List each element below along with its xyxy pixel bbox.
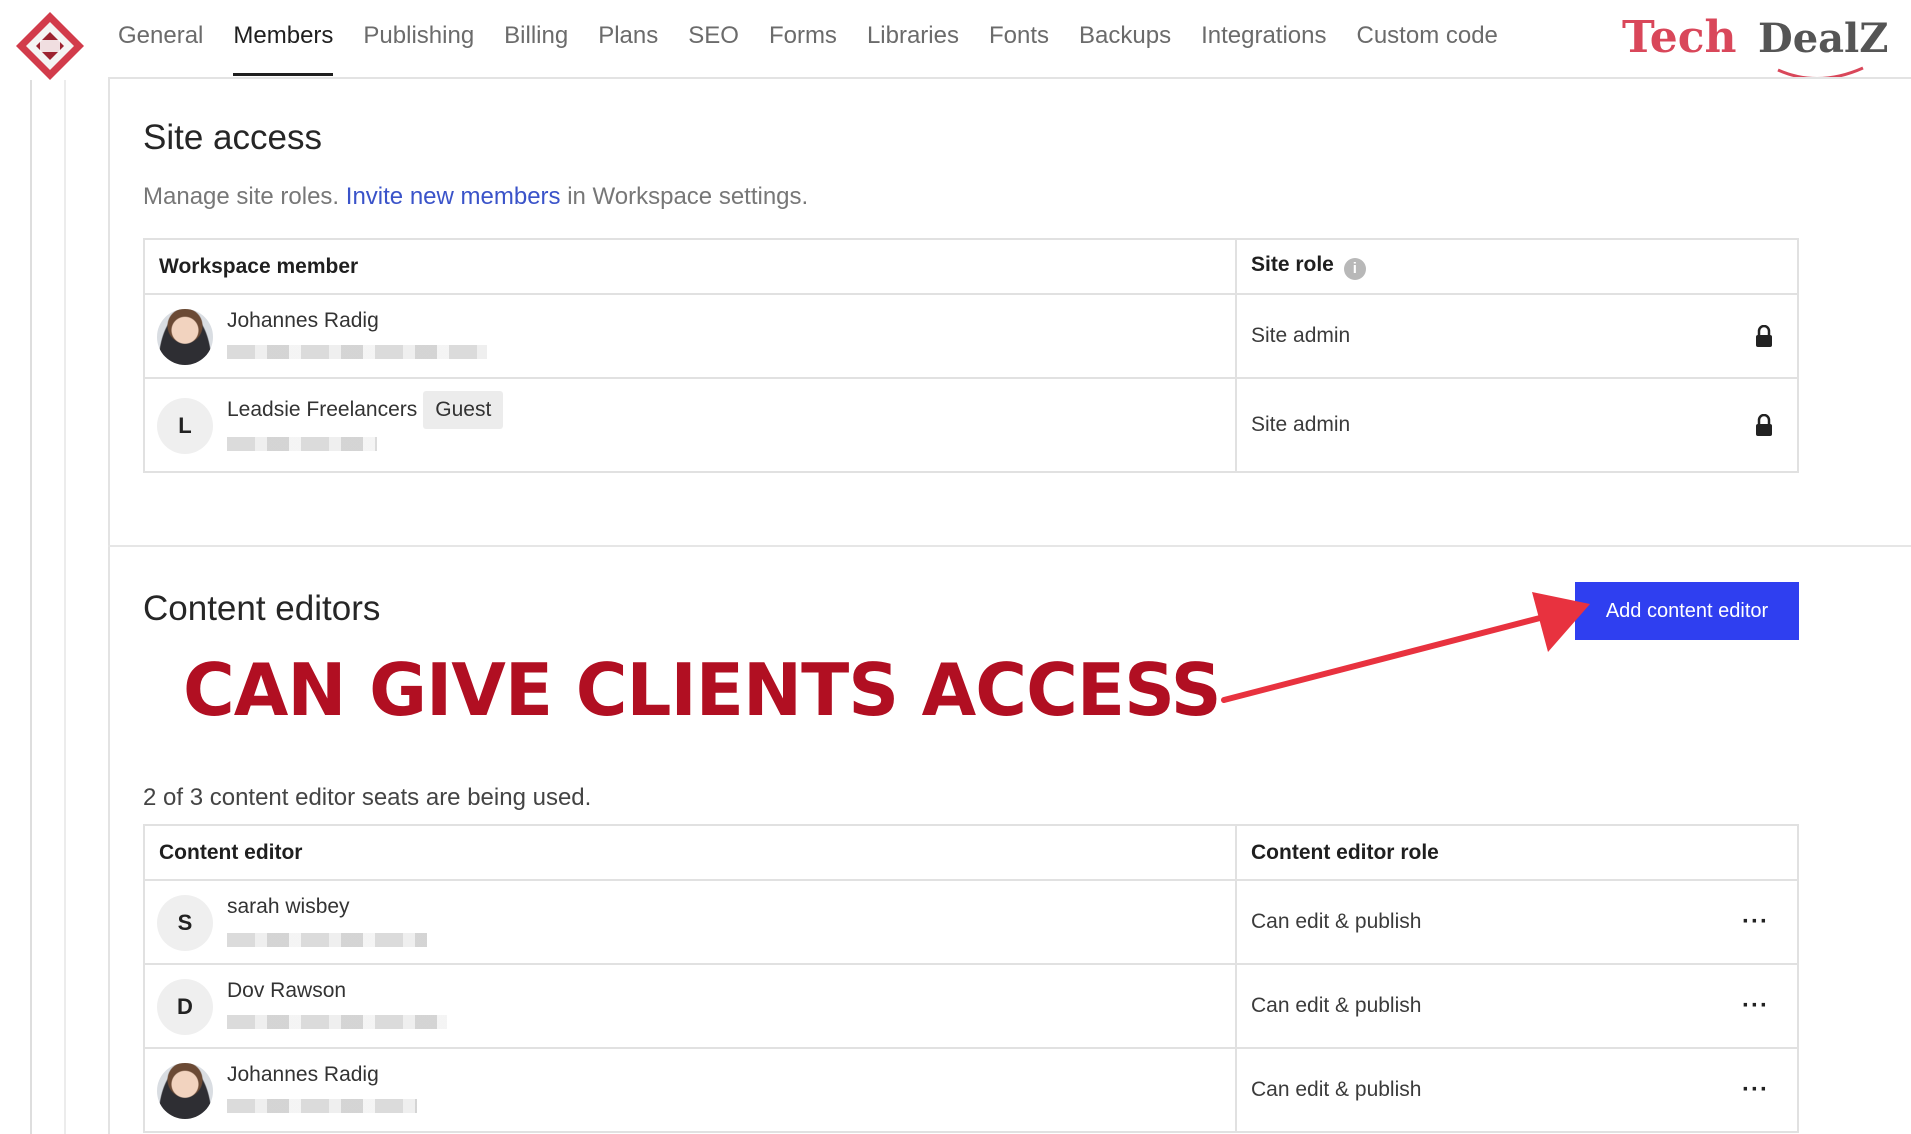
table-header: Workspace member Site role i — [143, 238, 1799, 295]
watermark-text-2: DealZ — [1758, 15, 1888, 62]
avatar — [157, 309, 213, 365]
table-row: Johannes Radig Can edit & publish ··· — [143, 1047, 1799, 1133]
tab-backups[interactable]: Backups — [1079, 0, 1171, 78]
editor-role-value: Can edit & publish — [1251, 994, 1422, 1017]
avatar: D — [157, 979, 213, 1035]
invite-members-link[interactable]: Invite new members — [346, 183, 561, 210]
editor-role-value: Can edit & publish — [1251, 910, 1422, 933]
editor-cell: Johannes Radig — [143, 1047, 1237, 1133]
avatar — [157, 1063, 213, 1119]
tab-general[interactable]: General — [118, 0, 203, 78]
more-options-icon[interactable]: ··· — [1742, 994, 1769, 1018]
column-header-editor-role: Content editor role — [1235, 824, 1799, 881]
member-name: Johannes Radig — [227, 309, 379, 332]
left-rail — [30, 80, 34, 1134]
top-navigation: General Members Publishing Billing Plans… — [0, 0, 1911, 80]
column-header-content-editor: Content editor — [143, 824, 1237, 881]
annotation-arrow-icon — [1221, 592, 1590, 703]
editor-name: Johannes Radig — [227, 1063, 379, 1086]
redacted-email — [227, 1015, 447, 1029]
content-editors-title: Content editors — [143, 589, 381, 628]
editor-role-value: Can edit & publish — [1251, 1078, 1422, 1101]
table-header: Content editor Content editor role — [143, 824, 1799, 881]
tab-integrations[interactable]: Integrations — [1201, 0, 1326, 78]
column-header-site-role: Site role i — [1235, 238, 1799, 295]
member-cell: Johannes Radig — [143, 293, 1237, 379]
site-role-value: Site admin — [1251, 324, 1351, 347]
tab-libraries[interactable]: Libraries — [867, 0, 959, 78]
lock-icon — [1756, 325, 1772, 347]
settings-tabs: General Members Publishing Billing Plans… — [118, 0, 1528, 78]
site-role-value: Site admin — [1251, 413, 1351, 436]
tab-publishing[interactable]: Publishing — [363, 0, 474, 78]
member-name: Leadsie Freelancers — [227, 398, 418, 421]
more-options-icon[interactable]: ··· — [1742, 1078, 1769, 1102]
avatar: S — [157, 895, 213, 951]
site-access-subtitle: Manage site roles. Invite new members in… — [143, 183, 808, 211]
role-cell: Site admin — [1235, 293, 1799, 379]
section-divider — [108, 545, 1911, 547]
redacted-email — [227, 345, 487, 359]
table-row: L Leadsie Freelancers Guest Site admin — [143, 377, 1799, 473]
app-logo[interactable] — [14, 10, 86, 82]
role-cell: Can edit & publish ··· — [1235, 963, 1799, 1049]
subtitle-text-end: in Workspace settings. — [567, 183, 809, 210]
subtitle-text: Manage site roles. — [143, 183, 340, 210]
tab-billing[interactable]: Billing — [504, 0, 568, 78]
column-header-member: Workspace member — [143, 238, 1237, 295]
role-cell: Site admin — [1235, 377, 1799, 473]
info-icon[interactable]: i — [1343, 258, 1366, 280]
seats-usage-text: 2 of 3 content editor seats are being us… — [143, 784, 592, 811]
role-cell: Can edit & publish ··· — [1235, 1047, 1799, 1133]
tab-fonts[interactable]: Fonts — [989, 0, 1049, 78]
editor-cell: D Dov Rawson — [143, 963, 1237, 1049]
guest-badge: Guest — [423, 391, 504, 429]
editor-name: Dov Rawson — [227, 979, 347, 1002]
member-name-row: Leadsie Freelancers Guest — [227, 391, 504, 429]
site-access-title: Site access — [143, 118, 322, 157]
tab-plans[interactable]: Plans — [598, 0, 658, 78]
left-rail-inner — [64, 80, 66, 1134]
redacted-email — [227, 933, 427, 947]
redacted-email — [227, 437, 377, 451]
member-cell: L Leadsie Freelancers Guest — [143, 377, 1237, 473]
tab-seo[interactable]: SEO — [688, 0, 739, 78]
editor-cell: S sarah wisbey — [143, 879, 1237, 965]
site-role-label: Site role — [1251, 253, 1334, 276]
editor-name: sarah wisbey — [227, 895, 350, 918]
site-access-table: Workspace member Site role i Johannes Rad… — [143, 238, 1799, 473]
avatar: L — [157, 398, 213, 454]
watermark-text-1: Tech — [1622, 12, 1736, 63]
role-cell: Can edit & publish ··· — [1235, 879, 1799, 965]
annotation-text: CAN GIVE CLIENTS ACCESS — [183, 648, 1222, 732]
table-row: Johannes Radig Site admin — [143, 293, 1799, 379]
tab-members[interactable]: Members — [233, 0, 334, 78]
tab-forms[interactable]: Forms — [769, 0, 837, 78]
redacted-email — [227, 1099, 417, 1113]
content-editors-table: Content editor Content editor role S sar… — [143, 824, 1799, 1133]
add-content-editor-button[interactable]: Add content editor — [1575, 582, 1799, 640]
lock-icon — [1756, 414, 1772, 436]
table-row: D Dov Rawson Can edit & publish ··· — [143, 963, 1799, 1049]
tab-custom-code[interactable]: Custom code — [1357, 0, 1498, 78]
watermark-logo: Tech DealZ — [1622, 12, 1888, 80]
table-row: S sarah wisbey Can edit & publish ··· — [143, 879, 1799, 965]
more-options-icon[interactable]: ··· — [1742, 910, 1769, 934]
